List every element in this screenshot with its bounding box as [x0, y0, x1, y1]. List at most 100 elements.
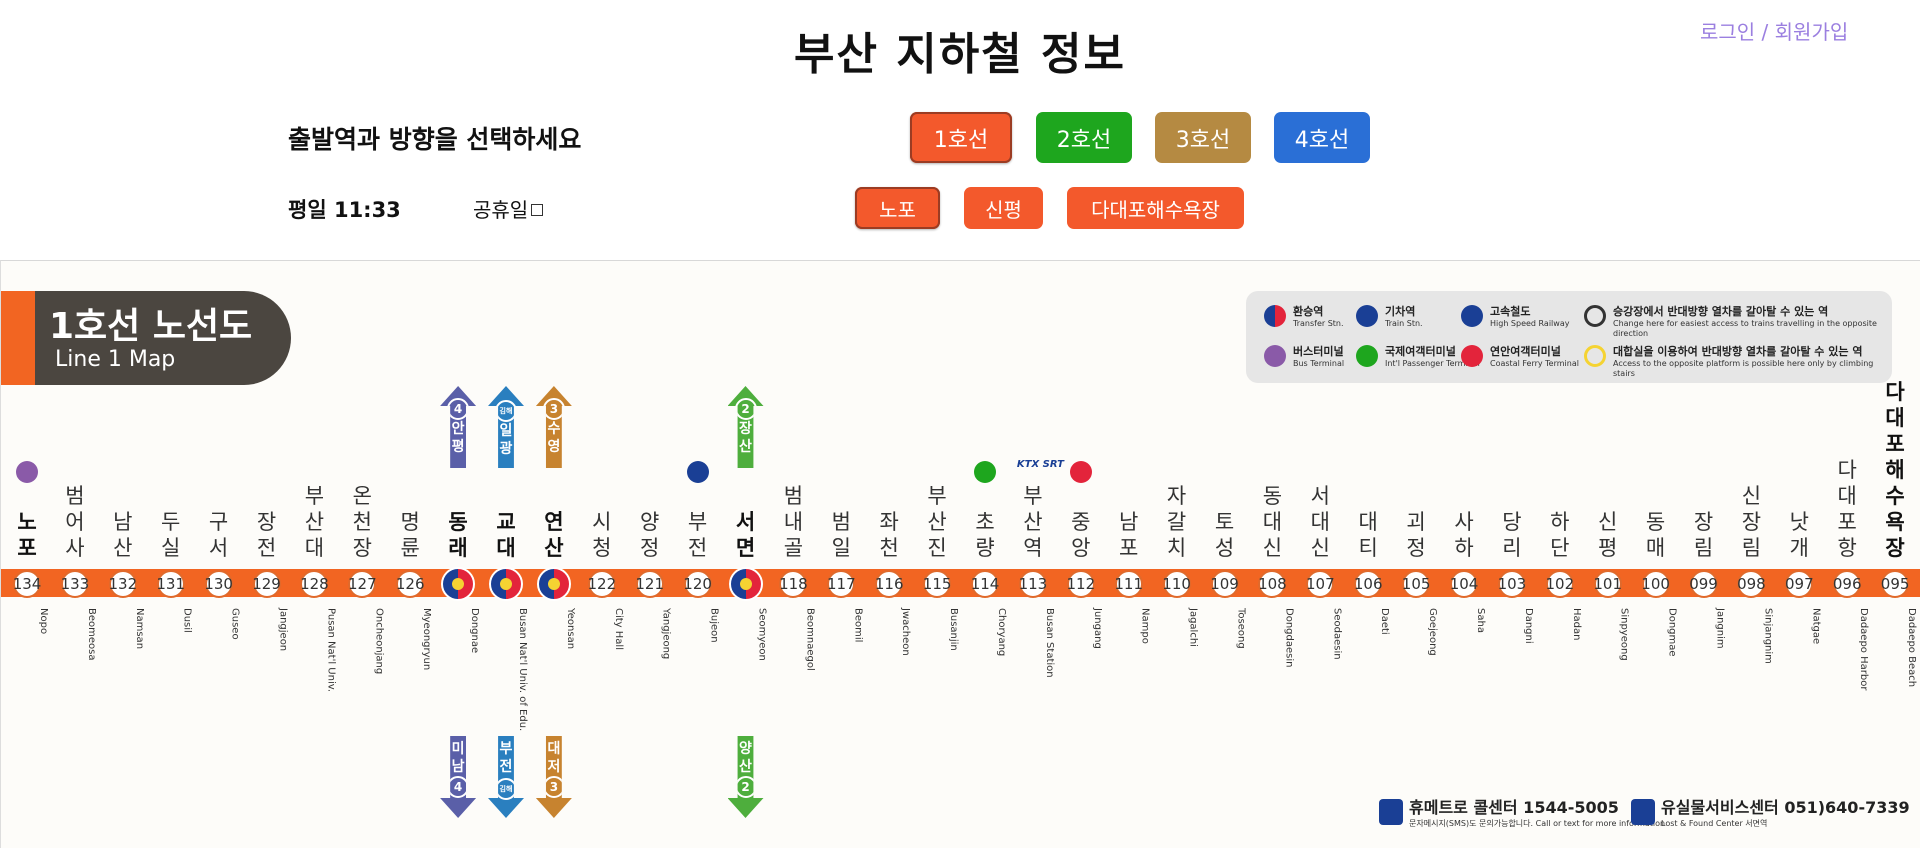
day-time-display: 평일 11:33: [288, 198, 401, 222]
select-station-prompt: 출발역과 방향을 선택하세요: [288, 125, 582, 154]
station-number[interactable]: 095: [1881, 570, 1909, 598]
station-name[interactable]: 남 포: [1115, 509, 1143, 561]
station-number[interactable]: 133: [61, 570, 89, 598]
station-number[interactable]: 109: [1210, 570, 1239, 598]
station-name[interactable]: 대 티: [1354, 509, 1382, 561]
station-number[interactable]: 111: [1114, 570, 1143, 598]
station-name[interactable]: 다 대 포 해 수 욕 장: [1881, 379, 1909, 561]
station-name[interactable]: 부 전: [684, 509, 712, 561]
station-number[interactable]: 134: [13, 570, 41, 598]
station-number[interactable]: 105: [1402, 570, 1430, 598]
station-english-name: Nampo: [1139, 608, 1151, 644]
station-number[interactable]: 113: [1019, 570, 1047, 598]
station-name[interactable]: 사 하: [1450, 509, 1478, 561]
line-4-button[interactable]: 4호선: [1274, 112, 1370, 163]
station-name[interactable]: 서 대 신: [1306, 483, 1334, 561]
station-number[interactable]: 101: [1593, 570, 1622, 598]
line-map: 1호선 노선도 Line 1 Map 환승역 Transfer Stn. 기차역 Tr…: [0, 260, 1920, 848]
station-number[interactable]: 112: [1066, 570, 1095, 598]
station-name[interactable]: 남 산: [109, 509, 137, 561]
station-name[interactable]: 범 내 골: [779, 483, 807, 561]
transfer-arrow-up: 3수 영: [535, 386, 572, 468]
station-name[interactable]: 동 대 신: [1258, 483, 1286, 561]
transfer-destination: 대 저: [547, 741, 561, 775]
station-english-name: Sinpyeong: [1618, 608, 1630, 661]
direction-button[interactable]: 다대포해수욕장: [1067, 187, 1244, 229]
station-number[interactable]: 120: [683, 570, 712, 598]
station-name[interactable]: 신 장 림: [1737, 483, 1765, 561]
station-name[interactable]: 초 량: [971, 509, 999, 561]
holiday-toggle[interactable]: 공휴일: [473, 194, 544, 223]
station-number[interactable]: 102: [1545, 570, 1574, 598]
station-english-name: Beomil: [852, 608, 864, 643]
station-name[interactable]: 온 천 장: [348, 483, 376, 561]
line-2-button[interactable]: 2호선: [1036, 112, 1132, 163]
station-name[interactable]: 토 성: [1211, 509, 1239, 561]
station-name[interactable]: 신 평: [1594, 509, 1622, 561]
station-name[interactable]: 장 전: [253, 509, 281, 561]
station-name[interactable]: 부 산 진: [923, 483, 951, 561]
station-name[interactable]: 당 리: [1498, 509, 1526, 561]
line-1-button[interactable]: 1호선: [910, 112, 1012, 163]
bus-icon: [1264, 345, 1286, 367]
station-name[interactable]: 범 어 사: [61, 483, 89, 561]
station-name[interactable]: 괴 정: [1402, 509, 1430, 561]
station-name[interactable]: 부 산 역: [1019, 483, 1047, 561]
station-english-name: Dongmae: [1666, 608, 1678, 657]
station-name[interactable]: 동 매: [1642, 509, 1670, 561]
station-name[interactable]: 서 면: [732, 509, 760, 561]
station-name[interactable]: 구 서: [205, 509, 233, 561]
station-number[interactable]: 104: [1450, 570, 1478, 598]
station-english-name: Busan Nat'l Univ. of Edu.: [517, 608, 528, 732]
station-number[interactable]: 132: [108, 570, 137, 598]
direction-button[interactable]: 노포: [855, 187, 940, 229]
station-number[interactable]: 129: [252, 570, 281, 598]
lost-found-icon: [1631, 798, 1655, 825]
station-name[interactable]: 노 포: [13, 509, 41, 561]
station-name[interactable]: 명 륜: [396, 509, 424, 561]
station-name[interactable]: 자 갈 치: [1163, 483, 1191, 561]
station-name[interactable]: 시 청: [588, 509, 616, 561]
station-number[interactable]: 116: [875, 570, 904, 598]
station-number[interactable]: 115: [923, 570, 951, 598]
station-name[interactable]: 양 정: [636, 509, 664, 561]
line-badge-icon: 3: [543, 776, 565, 798]
station-number[interactable]: 110: [1162, 570, 1191, 598]
station-number[interactable]: 131: [156, 570, 185, 598]
station-number[interactable]: 099: [1689, 570, 1718, 598]
station-number[interactable]: 130: [204, 570, 233, 598]
station-name[interactable]: 부 산 대: [300, 483, 328, 561]
line-badge-icon: 2: [735, 776, 757, 798]
station-english-name: Nopo: [38, 608, 49, 635]
station-name[interactable]: 하 단: [1546, 509, 1574, 561]
station-name[interactable]: 다 대 포 항: [1833, 457, 1861, 561]
station-name[interactable]: 낫 개: [1785, 509, 1813, 561]
station-name[interactable]: 범 일: [827, 509, 855, 561]
station-number[interactable]: 106: [1354, 570, 1383, 598]
footer-text: 휴메트로 콜센터 1544-5005 문자메시지(SMS)도 문의가능합니다. C…: [1409, 794, 1665, 829]
legend-subtitle: Access to the opposite platform is possi…: [1613, 359, 1874, 378]
station-english-name: Beomeosa: [85, 608, 97, 661]
station-name[interactable]: 두 실: [157, 509, 185, 561]
holiday-checkbox[interactable]: [531, 203, 544, 216]
station-name[interactable]: 장 림: [1690, 509, 1718, 561]
legend-text: 환승역 Transfer Stn.: [1293, 303, 1344, 329]
station-number[interactable]: 121: [635, 570, 664, 598]
login-signup-link[interactable]: 로그인 / 회원가입: [1700, 16, 1848, 45]
legend-item: 대합실을 이용하여 반대방향 열차를 갈아탈 수 있는 역 Access to t…: [1584, 343, 1883, 379]
station-number[interactable]: 114: [971, 570, 999, 598]
station-name[interactable]: 교 대: [492, 509, 520, 561]
line-badge-icon: 4: [447, 398, 470, 420]
station-number[interactable]: 096: [1833, 570, 1862, 598]
direction-button[interactable]: 신평: [964, 187, 1043, 229]
line-3-button[interactable]: 3호선: [1155, 112, 1251, 163]
station-name[interactable]: 좌 천: [875, 509, 903, 561]
station-name[interactable]: 중 앙: [1067, 509, 1095, 561]
station-number[interactable]: 126: [396, 570, 425, 598]
station-number[interactable]: 122: [587, 570, 616, 598]
station-name[interactable]: 동 래: [444, 509, 472, 561]
station-number[interactable]: 100: [1641, 570, 1670, 598]
station-number[interactable]: 103: [1498, 570, 1526, 598]
station-name[interactable]: 연 산: [540, 509, 568, 561]
station-english-name: Pusan Nat'l Univ.: [325, 608, 337, 693]
